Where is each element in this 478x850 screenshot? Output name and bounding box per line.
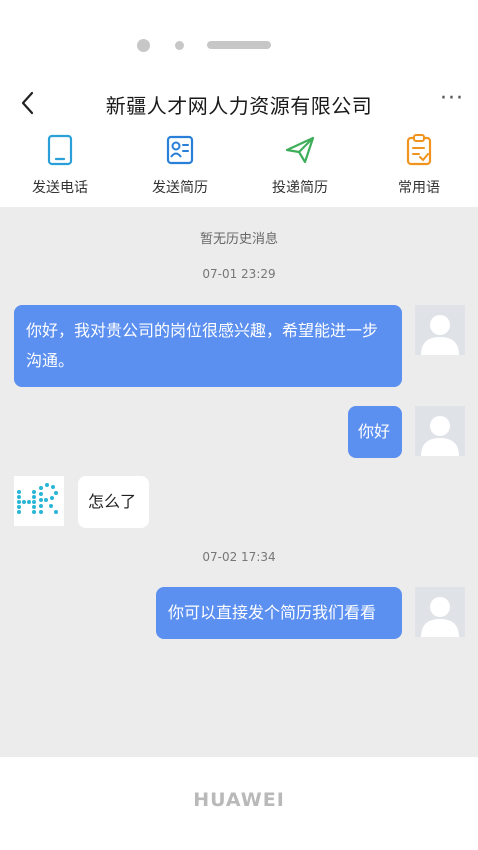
resume-icon <box>166 135 194 165</box>
send-resume-button[interactable]: 发送简历 <box>130 133 230 197</box>
received-message-bubble[interactable]: 怎么了 <box>78 476 149 528</box>
send-icon <box>285 136 315 164</box>
user-avatar[interactable] <box>415 406 465 456</box>
message-timestamp: 07-01 23:29 <box>202 267 276 281</box>
sent-message-bubble[interactable]: 你好，我对贵公司的岗位很感兴趣，希望能进一步沟通。 <box>14 305 402 387</box>
sent-message-bubble[interactable]: 你好 <box>348 406 402 458</box>
phone-screen: 新疆人才网人力资源有限公司 ··· 发送电话 发送简历 投递简历 常用语 暂无历… <box>0 0 478 850</box>
title-bar: 新疆人才网人力资源有限公司 ··· <box>0 84 478 124</box>
sent-message-bubble[interactable]: 你可以直接发个简历我们看看 <box>156 587 402 639</box>
phone-icon <box>47 134 73 166</box>
device-bottom-bezel: HUAWEI <box>0 757 478 850</box>
common-phrases-label: 常用语 <box>398 180 440 196</box>
send-resume-label: 发送简历 <box>152 180 208 196</box>
send-phone-button[interactable]: 发送电话 <box>10 133 110 197</box>
user-avatar[interactable] <box>415 587 465 637</box>
deliver-resume-label: 投递简历 <box>272 180 328 196</box>
speaker-bar <box>207 41 271 49</box>
history-notice: 暂无历史消息 <box>199 232 278 247</box>
user-avatar[interactable] <box>415 305 465 355</box>
deliver-resume-button[interactable]: 投递简历 <box>250 133 350 197</box>
more-options-icon[interactable]: ··· <box>440 86 464 111</box>
message-timestamp: 07-02 17:34 <box>202 550 276 564</box>
chat-area[interactable]: 暂无历史消息 07-01 23:29 你好，我对贵公司的岗位很感兴趣，希望能进一… <box>0 207 478 757</box>
clipboard-icon <box>406 134 432 166</box>
common-phrases-button[interactable]: 常用语 <box>369 133 469 197</box>
company-hr-logo[interactable] <box>14 476 64 526</box>
device-brand-logo: HUAWEI <box>193 789 285 811</box>
page-title: 新疆人才网人力资源有限公司 <box>105 94 373 118</box>
camera-dot <box>137 39 150 52</box>
status-notch <box>0 37 478 53</box>
sensor-dot <box>175 41 184 50</box>
action-bar: 发送电话 发送简历 投递简历 常用语 <box>0 133 478 199</box>
send-phone-label: 发送电话 <box>32 180 88 196</box>
